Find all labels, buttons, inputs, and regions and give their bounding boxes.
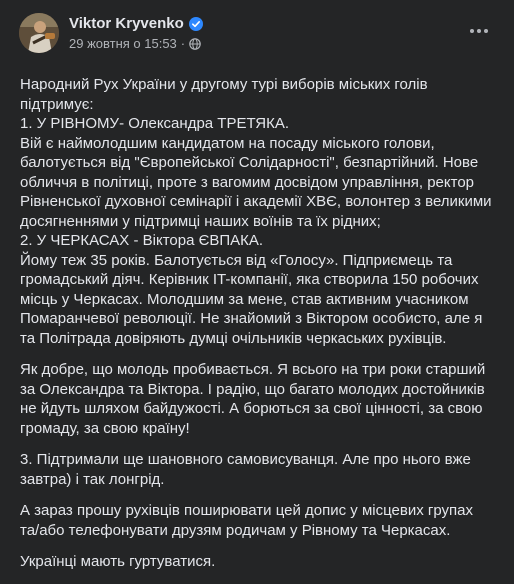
post-text-line: за Олександра та Віктора. І радію, що ба… bbox=[20, 380, 485, 398]
post-paragraph: Як добре, що молодь пробивається. Я всьо… bbox=[20, 360, 504, 438]
post-text-line: Як добре, що молодь пробивається. Я всьо… bbox=[20, 361, 486, 378]
avatar-image bbox=[19, 13, 59, 53]
post-text-line: Вій є наймолодшим кандидатом на посаду м… bbox=[20, 134, 435, 152]
author-name[interactable]: Viktor Kryvenko bbox=[69, 15, 184, 32]
post-text-line: та Політрада довіряють думці очільників … bbox=[20, 329, 447, 347]
post-text-line: балотується від "Європейської Солідарнос… bbox=[20, 154, 479, 171]
post-text-line: підтримує: bbox=[20, 95, 94, 113]
post-paragraph: 3. Підтримали ще шановного самовисуванця… bbox=[20, 450, 504, 489]
post-paragraph: Українці мають гуртуватися. bbox=[20, 552, 504, 572]
post-text-line: завтра) і так лонгрід. bbox=[20, 470, 165, 488]
post-text-line: Українці мають гуртуватися. bbox=[20, 553, 216, 570]
post-text-line: 3. Підтримали ще шановного самовисуванця… bbox=[20, 451, 471, 468]
post-text-line: місць у Черкасах. Молодшим за мене, став… bbox=[20, 290, 469, 308]
post-text-line: Рівненської духовної семінарії і академі… bbox=[20, 193, 492, 210]
meta-separator: · bbox=[180, 36, 186, 51]
more-options-button[interactable] bbox=[464, 16, 494, 46]
post-text-line: та/або телефонувати друзям родичам у Рів… bbox=[20, 521, 451, 539]
post-text-line: Народний Рух України у другому турі вибо… bbox=[20, 76, 428, 93]
post-text-line: громадський діяч. Керівник IT-компанії, … bbox=[20, 271, 479, 288]
post-text: Народний Рух України у другому турі вибо… bbox=[20, 75, 504, 584]
post-text-line: 2. У ЧЕРКАСАХ - Віктора ЄВПАКА. bbox=[20, 232, 264, 249]
post-text-line: 1. У РІВНОМУ- Олександра ТРЕТЯКА. bbox=[20, 115, 290, 132]
post-header: Viktor Kryvenko 29 жовтня о 15:53 · bbox=[0, 0, 514, 70]
facebook-post: Viktor Kryvenko 29 жовтня о 15:53 · Наро… bbox=[0, 0, 514, 570]
post-text-line: А зараз прошу рухівців поширювати цей до… bbox=[20, 502, 473, 519]
author-name-link[interactable]: Viktor Kryvenko bbox=[69, 15, 203, 32]
post-text-line: громаду, за свою країну! bbox=[20, 419, 190, 437]
globe-icon bbox=[189, 37, 201, 50]
post-text-line: Йому теж 35 років. Балотується від «Голо… bbox=[20, 251, 453, 269]
post-text-line: досягненнями у підтримці наших воїнів та… bbox=[20, 212, 381, 230]
author-avatar[interactable] bbox=[19, 13, 59, 53]
post-text-line: не йдуть шляхом байдужості. А борються з… bbox=[20, 400, 483, 417]
post-timestamp[interactable]: 29 жовтня о 15:53 bbox=[69, 36, 177, 51]
post-text-line: обличчя в політиці, проте з вагомим досв… bbox=[20, 173, 475, 191]
more-options-icon bbox=[470, 29, 474, 33]
post-paragraph: А зараз прошу рухівців поширювати цей до… bbox=[20, 501, 504, 540]
post-meta: 29 жовтня о 15:53 · bbox=[69, 36, 201, 51]
verified-badge-icon bbox=[188, 16, 203, 31]
post-text-line: Помаранчевої революції. Не знайомий з Ві… bbox=[20, 310, 483, 327]
post-paragraph: Народний Рух України у другому турі вибо… bbox=[20, 75, 504, 348]
